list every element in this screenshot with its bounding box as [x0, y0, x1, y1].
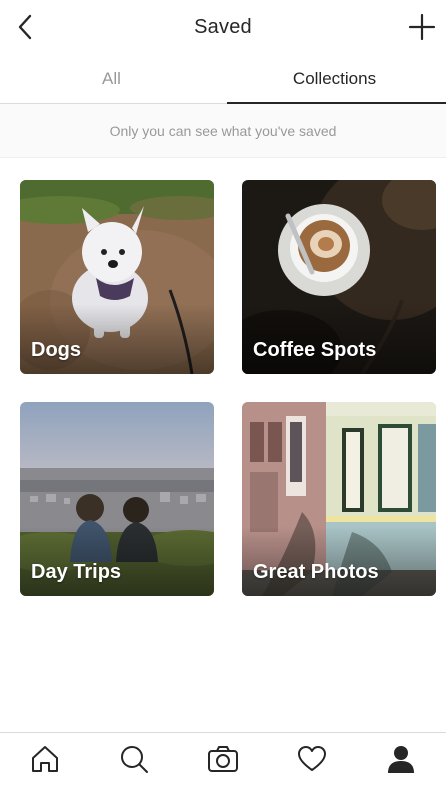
- collection-name: Coffee Spots: [253, 339, 377, 361]
- camera-icon: [207, 746, 238, 772]
- home-icon: [31, 746, 58, 772]
- collection-card-day-trips[interactable]: Day Trips: [20, 402, 214, 596]
- page-title: Saved: [194, 15, 252, 38]
- header: Saved: [0, 0, 446, 54]
- collection-card-dogs[interactable]: Dogs: [20, 180, 214, 374]
- privacy-notice: Only you can see what you've saved: [0, 104, 446, 158]
- new-collection-button[interactable]: [406, 11, 438, 43]
- search-icon: [120, 746, 148, 773]
- collection-name: Day Trips: [31, 561, 122, 583]
- collection-card-coffee-spots[interactable]: Coffee Spots: [242, 180, 436, 374]
- plus-icon: [408, 13, 436, 41]
- collection-name: Great Photos: [253, 561, 379, 583]
- nav-profile-button[interactable]: [379, 737, 423, 781]
- nav-activity-button[interactable]: [290, 737, 334, 781]
- tab-bar: All Collections: [0, 54, 446, 104]
- nav-camera-button[interactable]: [201, 737, 245, 781]
- saved-screen: Saved All Collections Only you can see w…: [0, 0, 446, 785]
- nav-search-button[interactable]: [112, 737, 156, 781]
- nav-home-button[interactable]: [23, 737, 67, 781]
- collection-card-great-photos[interactable]: Great Photos: [242, 402, 436, 596]
- collection-name: Dogs: [31, 339, 81, 361]
- tab-collections[interactable]: Collections: [223, 54, 446, 104]
- bottom-nav: [0, 732, 446, 785]
- back-button[interactable]: [10, 11, 40, 43]
- tab-all[interactable]: All: [0, 54, 223, 103]
- profile-icon: [388, 746, 415, 773]
- chevron-left-icon: [18, 14, 32, 40]
- heart-icon: [298, 746, 327, 771]
